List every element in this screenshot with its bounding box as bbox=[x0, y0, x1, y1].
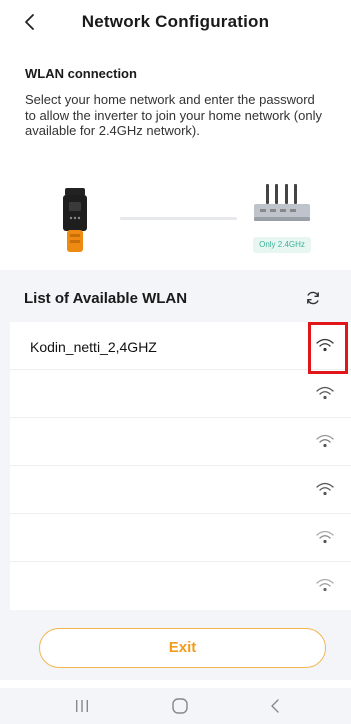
wlan-row[interactable] bbox=[10, 466, 351, 514]
wlan-row[interactable] bbox=[10, 370, 351, 418]
wifi-icon bbox=[316, 338, 334, 352]
wifi-icon bbox=[316, 434, 334, 448]
refresh-button[interactable] bbox=[305, 290, 321, 306]
wlan-list-header: List of Available WLAN bbox=[0, 270, 351, 322]
wifi-icon bbox=[316, 530, 334, 544]
wlan-list-section: List of Available WLAN Kodin_netti_2,4GH… bbox=[0, 270, 351, 680]
wlan-list: Kodin_netti_2,4GHZ bbox=[10, 322, 351, 610]
wlan-row[interactable] bbox=[10, 562, 351, 610]
refresh-icon bbox=[307, 291, 319, 305]
section-description: Select your home network and enter the p… bbox=[25, 92, 322, 138]
wlan-row[interactable] bbox=[10, 514, 351, 562]
wlan-list-title: List of Available WLAN bbox=[24, 290, 188, 307]
wlan-row[interactable] bbox=[10, 418, 351, 466]
recent-apps-icon bbox=[76, 700, 88, 712]
band-badge: Only 2.4GHz bbox=[253, 237, 311, 253]
exit-button[interactable]: Exit bbox=[39, 628, 326, 668]
page-title: Network Configuration bbox=[81, 12, 270, 31]
section-title: WLAN connection bbox=[25, 66, 137, 81]
home-button[interactable] bbox=[168, 694, 192, 718]
wifi-icon bbox=[316, 578, 334, 592]
nav-back-button[interactable] bbox=[264, 694, 288, 718]
system-nav-bar bbox=[0, 688, 351, 724]
wlan-ssid: Kodin_netti_2,4GHZ bbox=[30, 339, 157, 355]
wifi-icon bbox=[316, 482, 334, 496]
connection-illustration: Only 2.4GHz bbox=[0, 180, 351, 260]
wlan-row[interactable]: Kodin_netti_2,4GHZ bbox=[10, 322, 351, 370]
home-icon bbox=[172, 698, 188, 714]
router-icon bbox=[254, 184, 310, 221]
header-bar: Network Configuration bbox=[0, 0, 351, 44]
recent-apps-button[interactable] bbox=[70, 694, 94, 718]
connection-line bbox=[120, 217, 237, 220]
wifi-icon bbox=[316, 386, 334, 400]
inverter-dongle-icon bbox=[63, 188, 87, 252]
back-arrow-icon bbox=[271, 699, 279, 713]
